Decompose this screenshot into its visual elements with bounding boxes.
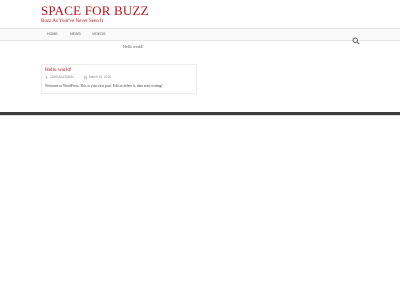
nav-item-news[interactable]: NEWS xyxy=(70,32,81,36)
nav-item-videos[interactable]: VIDEOS xyxy=(92,32,106,36)
site-header: SPACE FOR BUZZ Buzz As Your've Never See… xyxy=(0,0,400,28)
post-date[interactable]: March 16, 2018 xyxy=(89,75,111,79)
footer-divider xyxy=(0,115,400,116)
nav-item-home[interactable]: HOME xyxy=(47,32,58,36)
calendar-icon xyxy=(83,75,87,79)
post-excerpt: Welcome to WordPress. This is your first… xyxy=(45,84,163,88)
post-title[interactable]: Hello world! xyxy=(45,67,72,73)
post-author[interactable]: ZAHSANZIQBAL xyxy=(50,75,74,79)
site-tagline: Buzz As Your've Never Seen It xyxy=(41,19,104,24)
user-icon xyxy=(45,75,48,79)
post-meta: ZAHSANZIQBAL March 16, 2018 xyxy=(45,75,111,80)
ticker-headline[interactable]: Hello world! xyxy=(123,44,144,49)
search-icon xyxy=(352,37,360,45)
main-nav: HOME NEWS VIDEOS xyxy=(0,28,400,45)
search-button[interactable] xyxy=(352,30,360,45)
post-card: Hello world! ZAHSANZIQBAL March 16, 2018… xyxy=(41,64,197,94)
site-title[interactable]: SPACE FOR BUZZ xyxy=(41,3,149,19)
page: SPACE FOR BUZZ Buzz As Your've Never See… xyxy=(0,0,400,300)
